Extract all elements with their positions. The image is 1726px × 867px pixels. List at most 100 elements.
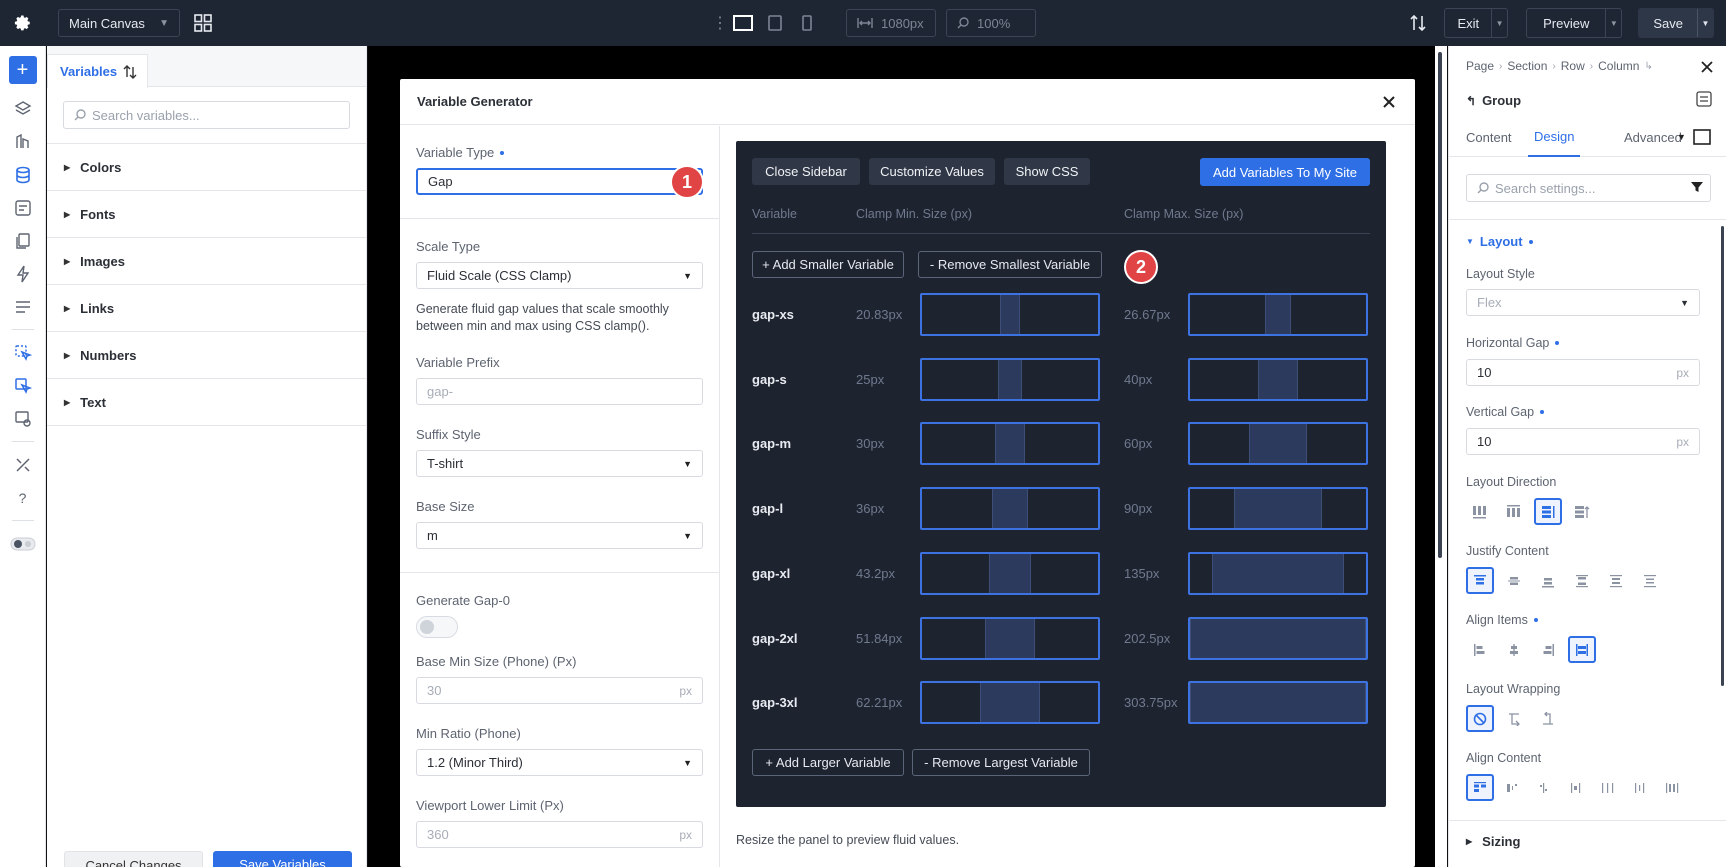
justify-space-around-icon[interactable] [1602,567,1630,594]
variable-group-links[interactable]: ▶ Links [47,285,366,332]
scale-type-select[interactable]: Fluid Scale (CSS Clamp) ▼ [416,262,703,289]
breadcrumb-item[interactable]: Section [1507,59,1547,73]
filter-icon[interactable] [1690,180,1704,194]
save-button[interactable]: Save ▼ [1638,8,1714,38]
form-icon[interactable] [0,191,46,224]
align-content-space-around-icon[interactable] [1594,774,1622,801]
sort-icon[interactable] [1406,9,1430,37]
customize-values-button[interactable]: Customize Values [869,158,995,185]
variables-search-input[interactable]: Search variables... [63,101,350,129]
chevron-down-icon[interactable]: ▼ [1491,9,1507,37]
breadcrumb-item[interactable]: Row [1561,59,1585,73]
sliders-icon[interactable] [1696,91,1714,109]
settings-gear-icon[interactable] [0,0,46,46]
canvas-width-field[interactable]: 1080px [846,9,936,37]
align-center-icon[interactable] [1500,636,1528,663]
direction-row-icon[interactable] [1466,498,1494,525]
exit-button[interactable]: Exit ▼ [1444,8,1509,38]
database-icon[interactable] [0,158,46,191]
breadcrumb-item[interactable]: Column [1598,59,1639,73]
theme-toggle-icon[interactable] [0,527,46,560]
min-ratio-select[interactable]: 1.2 (Minor Third) ▼ [416,749,703,776]
add-variables-button[interactable]: Add Variables To My Site [1200,158,1370,186]
show-css-button[interactable]: Show CSS [1004,158,1090,185]
drag-handle-icon[interactable]: ⋮ [712,13,728,33]
library-icon[interactable] [0,125,46,158]
list-icon[interactable] [0,290,46,323]
tab-content[interactable]: Content [1466,117,1512,157]
direction-column-reverse-icon[interactable] [1568,498,1596,525]
variable-group-images[interactable]: ▶ Images [47,238,366,285]
justify-end-icon[interactable] [1534,567,1562,594]
layout-style-select[interactable]: Flex ▼ [1466,289,1700,316]
align-content-end-icon[interactable] [1530,774,1558,801]
close-icon[interactable] [1379,92,1399,112]
justify-space-between-icon[interactable] [1568,567,1596,594]
sort-icon[interactable] [123,64,137,79]
no-wrap-icon[interactable] [1466,705,1494,732]
close-icon[interactable] [1698,58,1716,76]
gap0-toggle[interactable] [416,616,458,638]
zoom-field[interactable]: 100% [946,9,1036,37]
base-min-input[interactable]: 30 px [416,677,703,704]
grid-layout-icon[interactable] [190,10,216,36]
multi-select-icon[interactable] [0,369,46,402]
variable-type-select[interactable]: Gap [416,168,703,195]
align-content-stretch-icon[interactable] [1658,774,1686,801]
justify-space-evenly-icon[interactable] [1636,567,1664,594]
hgap-input[interactable]: 10 px [1466,359,1700,386]
chevron-down-icon[interactable]: ▼ [1605,9,1621,37]
tab-advanced[interactable]: Advanced [1624,117,1682,157]
pointer-select-icon[interactable] [0,336,46,369]
view-settings-icon[interactable] [0,402,46,435]
close-sidebar-button[interactable]: Close Sidebar [752,158,860,185]
layers-icon[interactable] [0,92,46,125]
back-arrow-icon[interactable]: ↰ [1466,94,1476,108]
remove-smallest-variable-button[interactable]: - Remove Smallest Variable [918,251,1102,278]
tablet-view-icon[interactable] [764,12,786,34]
align-content-start-icon[interactable] [1466,774,1494,801]
justify-center-icon[interactable] [1500,567,1528,594]
canvas-select[interactable]: Main Canvas ▼ [58,9,180,37]
panel-toggle-icon[interactable] [1693,117,1711,157]
add-larger-variable-button[interactable]: + Add Larger Variable [752,749,904,776]
direction-column-icon[interactable] [1534,498,1562,525]
base-size-select[interactable]: m ▼ [416,522,703,549]
align-content-space-between-icon[interactable] [1562,774,1590,801]
align-stretch-icon[interactable] [1568,636,1596,663]
breadcrumb-item[interactable]: Page [1466,59,1494,73]
save-variables-button[interactable]: Save Variables [213,851,352,867]
add-icon[interactable]: + [8,56,37,84]
help-icon[interactable]: ? [0,481,46,514]
align-end-icon[interactable] [1534,636,1562,663]
wrap-reverse-icon[interactable] [1534,705,1562,732]
lightning-icon[interactable] [0,257,46,290]
align-content-center-icon[interactable] [1498,774,1526,801]
variable-group-numbers[interactable]: ▶ Numbers [47,332,366,379]
chevron-down-icon[interactable]: ▼ [1677,117,1686,157]
align-start-icon[interactable] [1466,636,1494,663]
canvas-scrollbar[interactable] [1438,52,1442,558]
add-smaller-variable-button[interactable]: + Add Smaller Variable [752,251,904,278]
tab-variables[interactable]: Variables [47,54,148,88]
preview-button[interactable]: Preview ▼ [1526,8,1623,38]
vgap-input[interactable]: 10 px [1466,428,1700,455]
sizing-section-toggle[interactable]: ▶ Sizing [1466,834,1520,849]
pages-icon[interactable] [0,224,46,257]
variable-group-text[interactable]: ▶ Text [47,379,366,426]
layout-section-toggle[interactable]: ▼ Layout [1466,234,1533,249]
settings-search-input[interactable]: Search settings... [1466,174,1711,202]
variable-group-colors[interactable]: ▶ Colors [47,144,366,191]
phone-view-icon[interactable] [796,12,818,34]
suffix-select[interactable]: T-shirt ▼ [416,450,703,477]
direction-row-reverse-icon[interactable] [1500,498,1528,525]
chevron-down-icon[interactable]: ▼ [1697,9,1713,37]
viewport-lower-input[interactable]: 360 px [416,821,703,848]
prefix-input[interactable]: gap- [416,378,703,405]
cancel-changes-button[interactable]: Cancel Changes [64,851,203,867]
wrap-icon[interactable] [1500,705,1528,732]
variable-group-fonts[interactable]: ▶ Fonts [47,191,366,238]
tab-design[interactable]: Design [1528,117,1581,157]
justify-start-icon[interactable] [1466,567,1494,594]
desktop-view-icon[interactable] [732,12,754,34]
